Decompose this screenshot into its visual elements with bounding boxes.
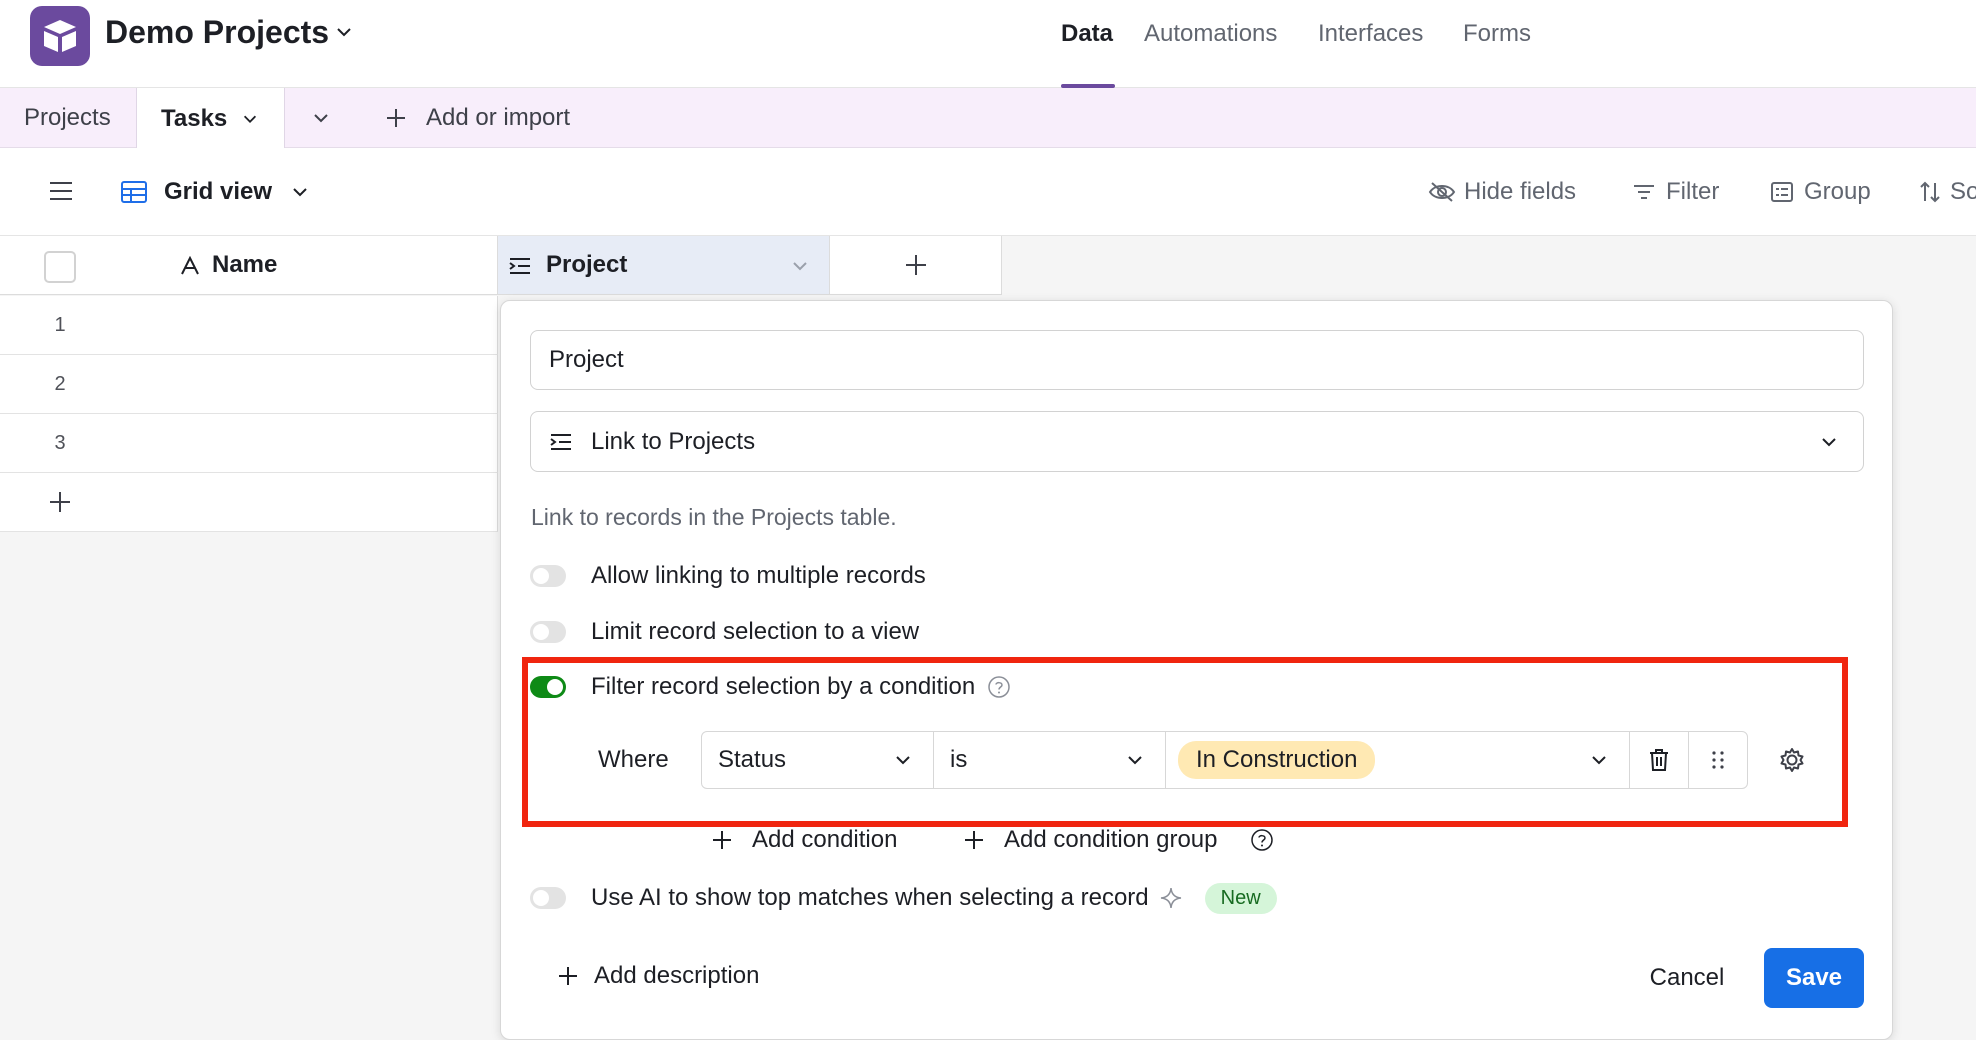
select-all-checkbox[interactable] [44, 251, 76, 283]
tab-projects[interactable]: Projects [24, 88, 111, 148]
view-switcher[interactable]: Grid view [120, 178, 310, 206]
field-type-label: Link to Projects [591, 427, 756, 455]
plus-icon [903, 252, 929, 278]
table-row[interactable]: 3 [0, 414, 498, 473]
text-field-icon [180, 256, 200, 276]
plus-icon [556, 964, 580, 988]
tab-tasks[interactable]: Tasks [136, 88, 285, 149]
drag-handle-icon [1711, 749, 1725, 771]
add-field-button[interactable] [830, 236, 1002, 295]
add-description-label: Add description [594, 962, 760, 989]
sort-label: So [1950, 178, 1976, 205]
link-field-icon [549, 432, 573, 452]
view-bar: Grid view Hide fields Filter Group So [0, 148, 1976, 236]
base-logo-icon[interactable] [30, 6, 90, 66]
project-column-header[interactable]: Project [498, 236, 830, 295]
nav-forms[interactable]: Forms [1463, 20, 1531, 48]
nav-data[interactable]: Data [1061, 20, 1113, 48]
chevron-down-icon [1125, 750, 1145, 770]
ai-top-matches-option[interactable]: Use AI to show top matches when selectin… [530, 882, 1277, 914]
chevron-down-icon[interactable] [241, 110, 259, 128]
add-description-button[interactable]: Add description [556, 962, 759, 990]
group-icon [1770, 181, 1794, 203]
limit-to-view-toggle[interactable] [530, 621, 566, 643]
add-condition-button[interactable]: Add condition [710, 826, 897, 854]
filter-label: Filter [1666, 178, 1720, 205]
cancel-button[interactable]: Cancel [1632, 948, 1742, 1008]
condition-value-select[interactable]: In Construction [1166, 732, 1630, 788]
field-name-input[interactable]: Project [530, 330, 1864, 390]
more-tables-chevron-icon[interactable] [311, 88, 331, 148]
save-button[interactable]: Save [1764, 948, 1864, 1008]
hide-fields-label: Hide fields [1464, 178, 1577, 205]
row-number: 2 [54, 372, 66, 395]
chevron-down-icon [893, 750, 913, 770]
condition-value-pill: In Construction [1178, 741, 1376, 779]
table-row[interactable]: 2 [0, 355, 498, 414]
limit-to-view-option[interactable]: Limit record selection to a view [530, 617, 919, 647]
condition-operator-label: is [950, 746, 968, 773]
sort-button[interactable]: So [1918, 178, 1976, 206]
row-number: 3 [54, 431, 66, 454]
new-badge: New [1204, 882, 1277, 914]
sparkle-icon [1159, 886, 1183, 910]
tab-label: Projects [24, 104, 111, 131]
plus-icon [384, 106, 408, 130]
sort-icon [1918, 180, 1942, 204]
chevron-down-icon[interactable] [790, 256, 810, 276]
chevron-down-icon[interactable] [334, 22, 354, 42]
allow-multiple-toggle[interactable] [530, 565, 566, 587]
chevron-down-icon [1589, 750, 1609, 770]
add-or-import-button[interactable]: Add or import [384, 88, 570, 148]
link-field-icon [508, 256, 532, 276]
nav-automations[interactable]: Automations [1144, 20, 1277, 48]
filter-button[interactable]: Filter [1632, 178, 1719, 206]
condition-field-select[interactable]: Status [702, 732, 934, 788]
top-bar: Demo Projects Data Automations Interface… [0, 0, 1976, 88]
add-row-button[interactable] [0, 473, 498, 532]
drag-handle[interactable] [1689, 732, 1747, 788]
view-name: Grid view [164, 178, 273, 205]
name-column-label: Name [212, 251, 278, 278]
option-label: Allow linking to multiple records [591, 562, 926, 589]
nav-interfaces[interactable]: Interfaces [1318, 20, 1423, 48]
name-column-header[interactable]: Name [0, 236, 498, 295]
help-icon[interactable] [1250, 828, 1274, 852]
table-tabs-bar: Projects Tasks Add or import [0, 88, 1976, 149]
base-name[interactable]: Demo Projects [105, 14, 329, 51]
row-number: 1 [54, 313, 66, 336]
where-label: Where [598, 746, 669, 773]
filter-icon [1632, 182, 1656, 202]
grid-view-icon [120, 180, 148, 204]
add-condition-group-button[interactable]: Add condition group [962, 826, 1274, 854]
plus-icon [0, 473, 120, 531]
trash-icon [1648, 748, 1670, 772]
field-type-description: Link to records in the Projects table. [531, 504, 897, 530]
option-label: Use AI to show top matches when selectin… [591, 884, 1149, 911]
field-type-select[interactable]: Link to Projects [530, 411, 1864, 472]
condition-field-label: Status [718, 746, 787, 773]
condition-operator-select[interactable]: is [934, 732, 1166, 788]
option-label: Limit record selection to a view [591, 618, 920, 645]
table-row[interactable]: 1 [0, 296, 498, 355]
add-or-import-label: Add or import [426, 104, 571, 131]
chevron-down-icon [290, 182, 310, 202]
add-condition-label: Add condition [752, 826, 898, 853]
delete-condition-button[interactable] [1630, 732, 1689, 788]
gear-icon[interactable] [1778, 746, 1806, 774]
allow-multiple-option[interactable]: Allow linking to multiple records [530, 561, 926, 591]
group-button[interactable]: Group [1770, 178, 1871, 206]
hide-fields-button[interactable]: Hide fields [1428, 178, 1576, 206]
plus-icon [962, 828, 986, 852]
group-label: Group [1804, 178, 1871, 205]
ai-top-matches-toggle[interactable] [530, 887, 566, 909]
hamburger-menu-icon[interactable] [48, 180, 74, 202]
chevron-down-icon [1819, 432, 1839, 452]
project-column-label: Project [546, 251, 628, 278]
condition-row: Status is In Construction [701, 731, 1748, 789]
plus-icon [710, 828, 734, 852]
add-condition-group-label: Add condition group [1004, 826, 1218, 853]
eye-off-icon [1428, 181, 1456, 203]
tab-label: Tasks [161, 104, 228, 132]
